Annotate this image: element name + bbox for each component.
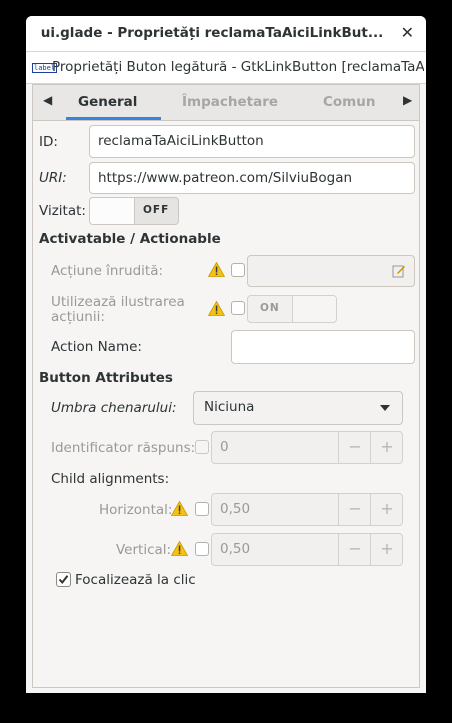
relief-combo[interactable]: Niciuna (193, 391, 403, 425)
tab-scroll-right-icon[interactable]: ▶ (403, 93, 412, 107)
action-name-label: Action Name: (51, 339, 142, 355)
tab-packing[interactable]: Împachetare (182, 94, 278, 110)
use-action-appearance-label-2: acțiunii: (51, 309, 105, 325)
visited-label: Vizitat: (39, 203, 86, 219)
response-id-checkbox[interactable] (195, 440, 209, 454)
editor-subtitle: Proprietăți Buton legătură - GtkLinkButt… (52, 59, 424, 75)
relief-value: Niciuna (204, 399, 255, 415)
title-bar[interactable]: ui.glade - Proprietăți reclamaTaAiciLink… (26, 16, 426, 52)
visited-state: OFF (143, 204, 170, 216)
horizontal-spinner[interactable]: 0,50 − + (211, 493, 403, 526)
tab-general[interactable]: General (78, 94, 137, 110)
related-action-checkbox[interactable] (231, 263, 245, 277)
horizontal-value: 0,50 (220, 501, 251, 517)
related-action-label: Acțiune înrudită: (51, 263, 164, 279)
tab-scroll-left-icon[interactable]: ◀ (43, 93, 52, 107)
child-alignments-label: Child alignments: (51, 471, 170, 487)
notebook-tabs: ◀ General Împachetare Comun ▶ (32, 84, 420, 120)
focus-on-click-label: Focalizează la clic (75, 572, 196, 588)
related-action-field[interactable] (247, 255, 415, 287)
horizontal-label: Horizontal: (99, 502, 173, 518)
switch-knob (90, 198, 135, 224)
switch-knob (292, 296, 336, 322)
id-field[interactable]: reclamaTaAiciLinkButton (89, 125, 415, 158)
uri-label: URI: (39, 170, 67, 186)
response-id-label: Identificator răspuns: (51, 440, 196, 456)
editor-header: label Proprietăți Buton legătură - GtkLi… (26, 52, 426, 84)
tab-common[interactable]: Comun (323, 94, 375, 110)
visited-switch[interactable]: OFF (89, 197, 179, 225)
close-icon[interactable]: ✕ (401, 23, 414, 42)
increment-button[interactable]: + (370, 432, 403, 463)
checkmark-icon (58, 575, 69, 585)
window-title: ui.glade - Proprietăți reclamaTaAiciLink… (40, 25, 384, 41)
horizontal-checkbox[interactable] (195, 502, 209, 516)
vertical-label: Vertical: (116, 542, 172, 558)
warning-icon (171, 501, 188, 516)
edit-icon[interactable] (392, 264, 406, 278)
relief-label: Umbra chenarului: (51, 400, 177, 416)
activatable-heading: Activatable / Actionable (39, 231, 221, 247)
warning-icon (208, 301, 225, 316)
focus-on-click-checkbox[interactable] (56, 572, 71, 587)
use-action-appearance-state: ON (260, 302, 280, 314)
button-attributes-heading: Button Attributes (39, 370, 173, 386)
use-action-appearance-switch[interactable]: ON (247, 295, 337, 323)
action-name-field[interactable] (231, 330, 415, 364)
decrement-button[interactable]: − (338, 534, 371, 565)
decrement-button[interactable]: − (338, 432, 371, 463)
id-label: ID: (39, 134, 58, 150)
vertical-value: 0,50 (220, 541, 251, 557)
response-id-spinner[interactable]: 0 − + (211, 431, 403, 464)
properties-window: ui.glade - Proprietăți reclamaTaAiciLink… (26, 16, 426, 693)
chevron-down-icon (380, 405, 390, 411)
use-action-appearance-checkbox[interactable] (231, 301, 245, 315)
increment-button[interactable]: + (370, 494, 403, 525)
warning-icon (208, 262, 225, 277)
vertical-checkbox[interactable] (195, 542, 209, 556)
uri-field[interactable]: https://www.patreon.com/SilviuBogan (89, 162, 415, 194)
increment-button[interactable]: + (370, 534, 403, 565)
use-action-appearance-label-1: Utilizează ilustrarea (51, 294, 185, 310)
warning-icon (171, 541, 188, 556)
response-id-value: 0 (220, 439, 229, 455)
vertical-spinner[interactable]: 0,50 − + (211, 533, 403, 566)
decrement-button[interactable]: − (338, 494, 371, 525)
